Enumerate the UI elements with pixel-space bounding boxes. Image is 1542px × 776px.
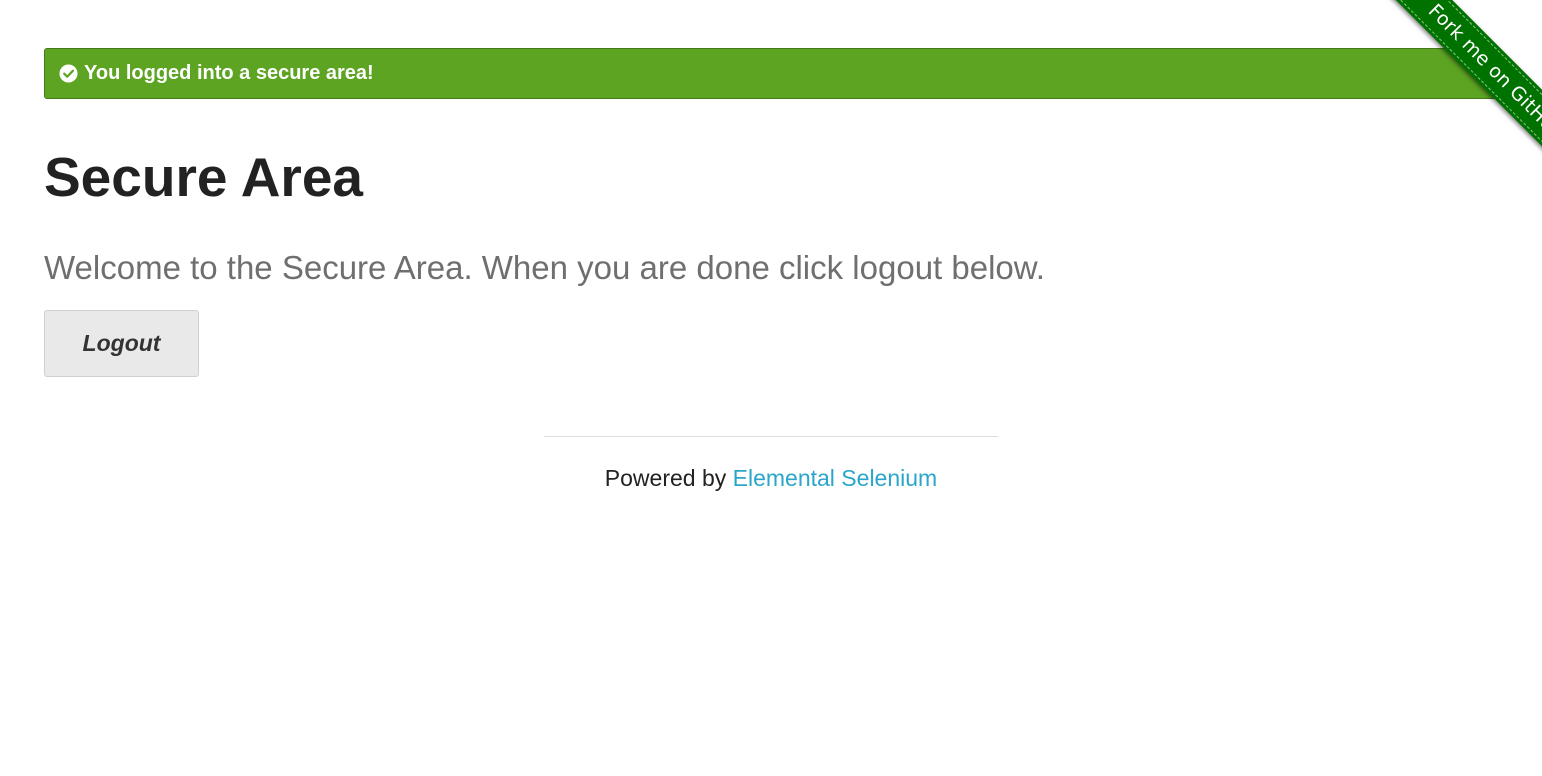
footer: Powered by Elemental Selenium bbox=[0, 462, 1542, 494]
flash-success-message: You logged into a secure area! × bbox=[44, 48, 1497, 99]
page: You logged into a secure area! × Secure … bbox=[0, 0, 1542, 776]
check-circle-icon bbox=[59, 64, 78, 83]
flash-message-text: You logged into a secure area! bbox=[84, 62, 374, 84]
page-subheader: Welcome to the Secure Area. When you are… bbox=[44, 249, 1045, 286]
github-ribbon-container: Fork me on GitHub bbox=[1332, 0, 1542, 210]
logout-button[interactable]: Logout bbox=[44, 310, 199, 377]
logout-button-label: Logout bbox=[82, 330, 161, 356]
page-title: Secure Area bbox=[44, 146, 363, 208]
footer-divider bbox=[544, 436, 998, 437]
footer-powered-by-text: Powered by bbox=[604, 465, 733, 491]
fork-me-on-github-ribbon[interactable]: Fork me on GitHub bbox=[1377, 0, 1542, 191]
elemental-selenium-link[interactable]: Elemental Selenium bbox=[733, 465, 938, 491]
ribbon-label: Fork me on GitHub bbox=[1423, 0, 1542, 145]
